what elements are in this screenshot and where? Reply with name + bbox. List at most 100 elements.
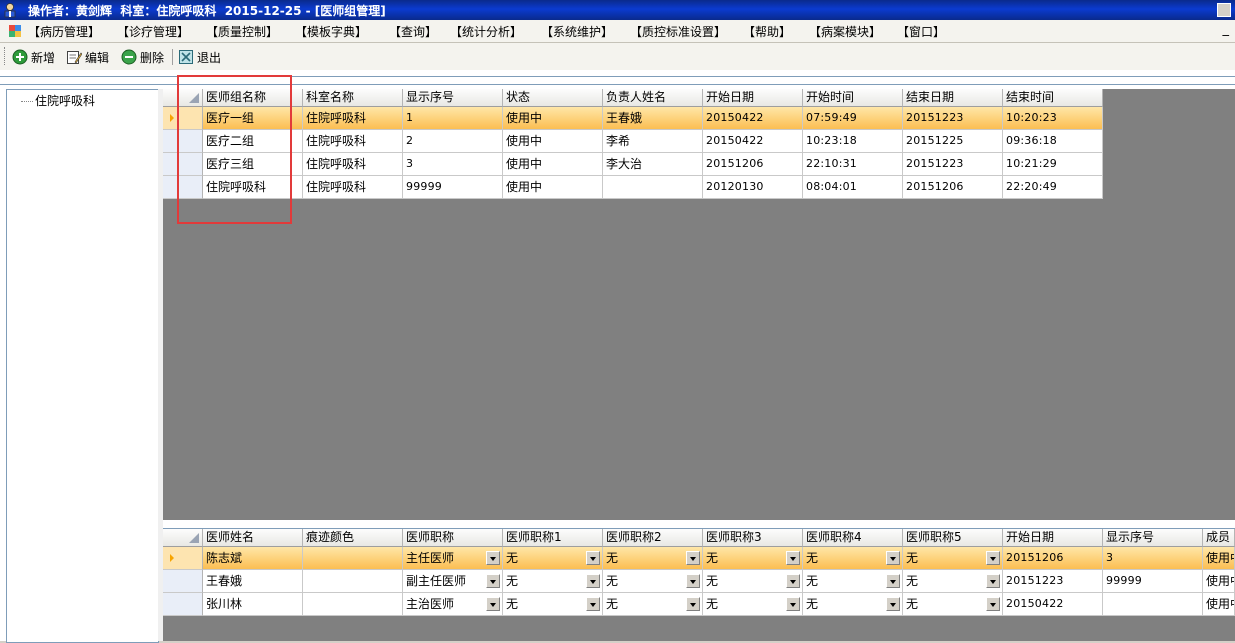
- row-header[interactable]: [163, 107, 203, 130]
- column-header[interactable]: 医师职称5: [903, 529, 1003, 547]
- grid-cell[interactable]: 使用中: [1203, 547, 1235, 570]
- dropdown-arrow-icon[interactable]: [986, 551, 1000, 565]
- title-combobox[interactable]: 无: [803, 570, 903, 593]
- title-combobox[interactable]: 无: [703, 570, 803, 593]
- grid-cell[interactable]: 08:04:01: [803, 176, 903, 199]
- column-header[interactable]: 开始日期: [703, 89, 803, 107]
- grid-cell[interactable]: 20151223: [903, 107, 1003, 130]
- table-row[interactable]: 医疗三组 住院呼吸科 3 使用中 李大治 20151206 22:10:31 2…: [163, 153, 1103, 176]
- grid-cell[interactable]: 李大治: [603, 153, 703, 176]
- grid-cell[interactable]: 医疗三组: [203, 153, 303, 176]
- grid-cell[interactable]: 陈志斌: [203, 547, 303, 570]
- grid-cell[interactable]: 2: [403, 130, 503, 153]
- grid-cell[interactable]: 22:20:49: [1003, 176, 1103, 199]
- column-header[interactable]: 结束时间: [1003, 89, 1103, 107]
- grid-cell[interactable]: [603, 176, 703, 199]
- dropdown-arrow-icon[interactable]: [486, 574, 500, 588]
- column-header[interactable]: 结束日期: [903, 89, 1003, 107]
- grid-cell[interactable]: 20151223: [1003, 570, 1103, 593]
- grid-cell[interactable]: [1103, 593, 1203, 616]
- add-button[interactable]: 新增: [12, 48, 55, 66]
- grid-cell[interactable]: 10:23:18: [803, 130, 903, 153]
- grid-cell[interactable]: [303, 570, 403, 593]
- mdi-window-icon[interactable]: [8, 24, 22, 38]
- grid-cell[interactable]: 使用中: [503, 153, 603, 176]
- column-header[interactable]: 痕迹颜色: [303, 529, 403, 547]
- title-combobox[interactable]: 无: [803, 593, 903, 616]
- column-header[interactable]: 科室名称: [303, 89, 403, 107]
- grid-cell[interactable]: 20120130: [703, 176, 803, 199]
- menu-quality-control[interactable]: 【质量控制】: [206, 23, 278, 40]
- column-header[interactable]: 状态: [503, 89, 603, 107]
- row-header[interactable]: [163, 176, 203, 199]
- title-combobox[interactable]: 主任医师: [403, 547, 503, 570]
- grid-cell[interactable]: 王春娥: [603, 107, 703, 130]
- tree-node-department[interactable]: 住院呼吸科: [21, 92, 95, 109]
- title-combobox[interactable]: 副主任医师: [403, 570, 503, 593]
- column-header[interactable]: 负责人姓名: [603, 89, 703, 107]
- menu-query[interactable]: 【查询】: [389, 23, 437, 40]
- dropdown-arrow-icon[interactable]: [686, 574, 700, 588]
- column-header[interactable]: 医师职称: [403, 529, 503, 547]
- row-header[interactable]: [163, 570, 203, 593]
- table-row[interactable]: 王春娥 副主任医师 无 无 无 无 无 20151223 99999 使用中: [163, 570, 1235, 593]
- column-header[interactable]: 医师职称2: [603, 529, 703, 547]
- title-combobox[interactable]: 无: [603, 547, 703, 570]
- column-header[interactable]: 医师职称4: [803, 529, 903, 547]
- dropdown-arrow-icon[interactable]: [886, 574, 900, 588]
- grid-cell[interactable]: 20151206: [703, 153, 803, 176]
- title-combobox[interactable]: 无: [503, 547, 603, 570]
- dropdown-arrow-icon[interactable]: [886, 551, 900, 565]
- grid-splitter[interactable]: [163, 520, 1235, 529]
- menu-window[interactable]: 【窗口】: [897, 23, 945, 40]
- grid-cell[interactable]: 22:10:31: [803, 153, 903, 176]
- menu-qc-standards[interactable]: 【质控标准设置】: [630, 23, 726, 40]
- table-row[interactable]: 住院呼吸科 住院呼吸科 99999 使用中 20120130 08:04:01 …: [163, 176, 1103, 199]
- dropdown-arrow-icon[interactable]: [686, 597, 700, 611]
- column-header[interactable]: 开始时间: [803, 89, 903, 107]
- dropdown-arrow-icon[interactable]: [686, 551, 700, 565]
- grid-cell[interactable]: 10:20:23: [1003, 107, 1103, 130]
- grid-cell[interactable]: 使用中: [503, 107, 603, 130]
- menu-templates[interactable]: 【模板字典】: [295, 23, 367, 40]
- column-header[interactable]: 开始日期: [1003, 529, 1103, 547]
- title-combobox[interactable]: 无: [703, 593, 803, 616]
- column-header[interactable]: 医师职称3: [703, 529, 803, 547]
- grid-cell[interactable]: 20151225: [903, 130, 1003, 153]
- title-combobox[interactable]: 主治医师: [403, 593, 503, 616]
- grid-cell[interactable]: 住院呼吸科: [303, 153, 403, 176]
- grid-cell[interactable]: 医疗一组: [203, 107, 303, 130]
- dropdown-arrow-icon[interactable]: [986, 574, 1000, 588]
- grid-cell[interactable]: 1: [403, 107, 503, 130]
- grid-cell[interactable]: 王春娥: [203, 570, 303, 593]
- grid-cell[interactable]: 使用中: [1203, 570, 1235, 593]
- title-combobox[interactable]: 无: [903, 547, 1003, 570]
- column-header[interactable]: 显示序号: [403, 89, 503, 107]
- menu-case-module[interactable]: 【病案模块】: [809, 23, 881, 40]
- column-header[interactable]: 成员: [1203, 529, 1235, 547]
- edit-button[interactable]: 编辑: [66, 48, 109, 66]
- row-header[interactable]: [163, 593, 203, 616]
- column-header[interactable]: 医师组名称: [203, 89, 303, 107]
- window-minimize-button[interactable]: [1217, 3, 1231, 17]
- grid-cell[interactable]: 住院呼吸科: [303, 176, 403, 199]
- row-header[interactable]: [163, 130, 203, 153]
- title-combobox[interactable]: 无: [503, 570, 603, 593]
- dropdown-arrow-icon[interactable]: [486, 597, 500, 611]
- grid-cell[interactable]: 09:36:18: [1003, 130, 1103, 153]
- grid-cell[interactable]: 使用中: [503, 176, 603, 199]
- grid-cell[interactable]: 99999: [1103, 570, 1203, 593]
- grid-cell[interactable]: 99999: [403, 176, 503, 199]
- grid-cell[interactable]: 20150422: [1003, 593, 1103, 616]
- column-header[interactable]: 显示序号: [1103, 529, 1203, 547]
- dropdown-arrow-icon[interactable]: [886, 597, 900, 611]
- dropdown-arrow-icon[interactable]: [786, 551, 800, 565]
- menu-system[interactable]: 【系统维护】: [541, 23, 613, 40]
- grid-cell[interactable]: [303, 593, 403, 616]
- grid-cell[interactable]: 3: [403, 153, 503, 176]
- grid-cell[interactable]: 住院呼吸科: [203, 176, 303, 199]
- menu-statistics[interactable]: 【统计分析】: [450, 23, 522, 40]
- grid-corner[interactable]: [163, 89, 203, 107]
- table-row[interactable]: 张川林 主治医师 无 无 无 无 无 20150422 使用中: [163, 593, 1235, 616]
- grid-cell[interactable]: 3: [1103, 547, 1203, 570]
